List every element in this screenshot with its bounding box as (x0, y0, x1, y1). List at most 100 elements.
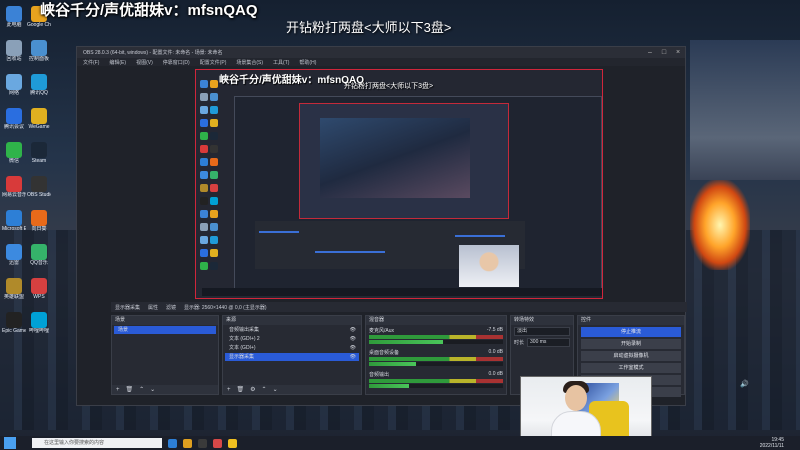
control-button[interactable]: 开始录制 (581, 339, 681, 349)
desktop-shortcut-label: OBS Studio (27, 192, 51, 198)
wallpaper-sky (690, 40, 800, 180)
source-item-label: 显示器采集 (229, 354, 255, 360)
app-icon (6, 278, 22, 294)
speaker-icon[interactable]: 🔊 (740, 381, 749, 388)
menu-item[interactable]: 配置文件(P) (200, 59, 227, 66)
desktop-shortcut[interactable]: OBS Studio (27, 174, 51, 208)
duration-input[interactable]: 300 ms (527, 338, 570, 347)
preview-nested-inner (320, 118, 470, 198)
preview-app-icon (200, 93, 208, 101)
folder-icon[interactable] (183, 438, 192, 448)
desktop-shortcut-label: 腾讯会议 (3, 124, 24, 130)
desktop-shortcut[interactable]: QQ音乐 (27, 242, 51, 276)
desktop-shortcut[interactable]: WeGame (27, 106, 51, 140)
add-icon[interactable]: + (227, 387, 231, 393)
volume-slider-fill (369, 362, 416, 366)
preview-app-icon (200, 171, 208, 179)
remove-icon[interactable]: 🗑 (237, 386, 245, 393)
desktop-shortcut[interactable]: 网易云音乐 (2, 174, 26, 208)
preview-desktop-icons (198, 80, 226, 275)
eye-icon[interactable]: 👁 (350, 326, 356, 334)
preview-overlay-subtitle: 开钻粉打两盘<大师以下3盘> (344, 83, 434, 90)
eye-icon[interactable]: 👁 (350, 344, 356, 352)
menu-item[interactable]: 视图(V) (136, 59, 153, 66)
desktop-shortcut[interactable]: Steam (27, 140, 51, 174)
volume-slider[interactable] (369, 384, 503, 388)
app-icon (31, 176, 47, 192)
windows-start-icon[interactable] (4, 437, 16, 449)
desktop-shortcut[interactable]: 微信 (2, 140, 26, 174)
desktop-shortcut[interactable]: 回收站 (2, 38, 26, 72)
source-item[interactable]: 文本 (GDI+) 2 👁 (225, 335, 359, 343)
remove-icon[interactable]: 🗑 (126, 386, 134, 393)
obs-icon[interactable] (198, 438, 207, 448)
add-icon[interactable]: + (116, 387, 120, 393)
scene-item[interactable]: 场景 (114, 326, 216, 334)
menu-item[interactable]: 场景集合(S) (236, 59, 263, 66)
obs-window-title: OBS 28.0.3 (64-bit, windows) - 配置文件: 未命名… (83, 50, 223, 56)
obs-title-bar[interactable]: OBS 28.0.3 (64-bit, windows) - 配置文件: 未命名… (77, 47, 685, 58)
minimize-icon[interactable]: – (643, 47, 657, 58)
eye-icon[interactable]: 👁 (350, 335, 356, 343)
menu-item[interactable]: 停靠窗口(D) (163, 59, 190, 66)
desktop-shortcut[interactable]: 英雄联盟 (2, 276, 26, 310)
source-item[interactable]: 音频输出采集 👁 (225, 326, 359, 334)
source-item[interactable]: 显示器采集 👁 (225, 353, 359, 361)
preview-app-icon (210, 210, 218, 218)
mixer-channel-name: 桌面音频设备 (369, 350, 400, 356)
maximize-icon[interactable]: □ (657, 47, 671, 58)
desktop-shortcut[interactable]: Epic Games (2, 310, 26, 344)
chevron-down-icon[interactable]: ⌄ (150, 386, 155, 393)
source-item[interactable]: 文本 (GDI+) 👁 (225, 344, 359, 352)
display-select[interactable]: 显示器: 2560×1440 @ 0,0 (主显示器) (184, 304, 266, 311)
menu-item[interactable]: 编辑(E) (109, 59, 126, 66)
eye-icon[interactable]: 👁 (350, 353, 356, 361)
desktop-shortcut[interactable]: 此电脑 (2, 4, 26, 38)
desktop-shortcut[interactable]: 网络 (2, 72, 26, 106)
properties-button[interactable]: 属性 (148, 304, 158, 311)
app-icon[interactable] (213, 438, 222, 448)
preview-nested-preview (299, 103, 509, 219)
chevron-up-icon[interactable]: ⌃ (262, 386, 267, 393)
mixer-channel: 麦克风/Aux -7.5 dB (369, 327, 503, 344)
filters-button[interactable]: 滤镜 (166, 304, 176, 311)
desktop-shortcut-label: Epic Games (2, 328, 26, 334)
menu-item[interactable]: 帮助(H) (299, 59, 316, 66)
desktop-shortcut[interactable]: 控制面板 (27, 38, 51, 72)
app-icon (6, 210, 22, 226)
desktop-shortcut[interactable]: WPS (27, 276, 51, 310)
control-button[interactable]: 启动虚拟摄像机 (581, 351, 681, 361)
chevron-up-icon[interactable]: ⌃ (139, 386, 144, 393)
volume-slider[interactable] (369, 340, 503, 344)
taskbar-search-input[interactable]: 在这里输入你要搜索的内容 (32, 438, 162, 448)
volume-slider[interactable] (369, 362, 503, 366)
menu-item[interactable]: 工具(T) (273, 59, 289, 66)
desktop-shortcut[interactable]: 迅雷 (2, 242, 26, 276)
close-icon[interactable]: × (671, 47, 685, 58)
desktop-shortcut[interactable]: 腾讯会议 (2, 106, 26, 140)
mixer-channel: 音频输出 0.0 dB (369, 371, 503, 388)
source-item-label: 文本 (GDI+) 2 (229, 336, 260, 342)
desktop-shortcut[interactable]: 哔哩哔哩 (27, 310, 51, 344)
desktop-shortcut-label: Google Chrome (27, 22, 51, 28)
edge-icon[interactable] (168, 438, 177, 448)
chevron-down-icon[interactable]: ⌄ (273, 386, 278, 393)
desktop-shortcut[interactable]: 向日葵 (27, 208, 51, 242)
gear-icon[interactable]: ⚙ (250, 386, 255, 393)
mixer-channel: 桌面音频设备 0.0 dB (369, 349, 503, 366)
preview-app-icon (210, 236, 218, 244)
preview-app-icon (210, 106, 218, 114)
app-icon[interactable] (228, 438, 237, 448)
preview-app-icon (200, 106, 208, 114)
control-button[interactable]: 停止推流 (581, 327, 681, 337)
transition-type-select[interactable]: 淡出 (514, 327, 570, 336)
obs-preview[interactable]: 峡谷千分/声优甜妹v：mfsnQAQ 开钻粉打两盘<大师以下3盘> (195, 69, 603, 299)
desktop-shortcut[interactable]: Microsoft Edge (2, 208, 26, 242)
menu-item[interactable]: 文件(F) (83, 59, 99, 66)
app-icon (31, 40, 47, 56)
control-button[interactable]: 工作室模式 (581, 363, 681, 373)
sources-header: 来源 (223, 316, 361, 325)
taskbar-clock[interactable]: 19:45 2022/11/11 (760, 437, 784, 449)
app-icon (31, 74, 47, 90)
desktop-shortcut[interactable]: 腾讯QQ (27, 72, 51, 106)
